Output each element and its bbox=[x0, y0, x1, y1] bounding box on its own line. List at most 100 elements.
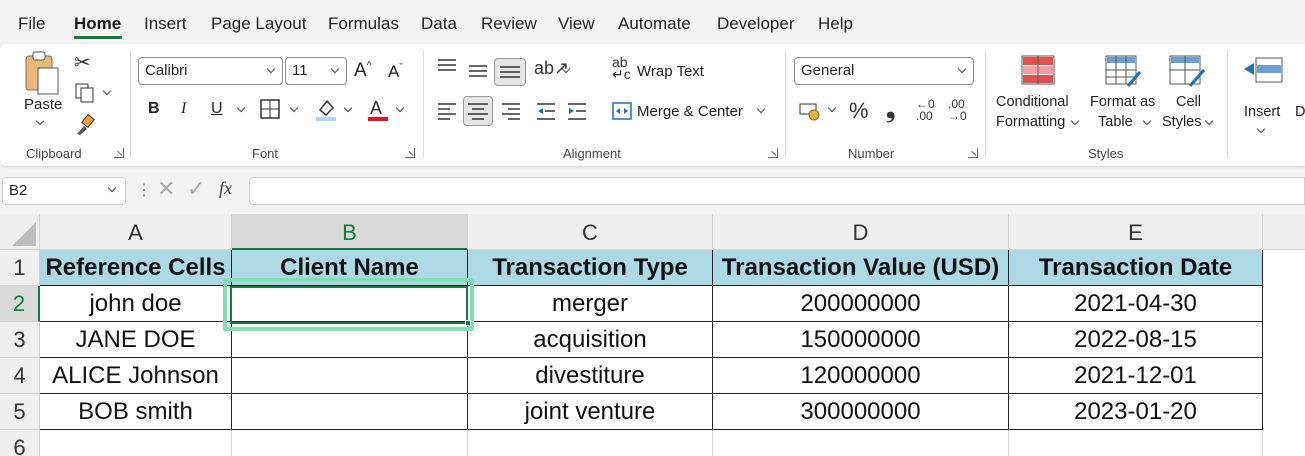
cell-d6[interactable] bbox=[713, 430, 1009, 456]
cell-e2[interactable]: 2021-04-30 bbox=[1009, 286, 1263, 322]
delete-cells-label[interactable]: D bbox=[1295, 104, 1305, 120]
row-header-1[interactable]: 1 bbox=[0, 250, 40, 286]
increase-indent-icon[interactable] bbox=[566, 102, 588, 122]
bold-button[interactable]: B bbox=[148, 100, 160, 118]
row-header-2[interactable]: 2 bbox=[0, 286, 40, 322]
cell-a6[interactable] bbox=[40, 430, 232, 456]
column-header-a[interactable]: A bbox=[40, 214, 232, 250]
confirm-entry-icon[interactable]: ✓ bbox=[187, 176, 205, 202]
increase-font-icon[interactable]: A^ bbox=[354, 60, 371, 82]
name-box[interactable]: B2 bbox=[2, 177, 126, 205]
cell-e6[interactable] bbox=[1009, 430, 1263, 456]
accounting-format-icon[interactable] bbox=[798, 100, 822, 122]
percent-style-button[interactable]: % bbox=[849, 98, 869, 124]
font-size-select[interactable]: 11 bbox=[285, 57, 347, 85]
cut-icon[interactable]: ✂ bbox=[74, 50, 91, 75]
column-header-b[interactable]: B bbox=[232, 214, 468, 250]
accounting-chevron-icon[interactable] bbox=[827, 103, 837, 113]
cell-e4[interactable]: 2021-12-01 bbox=[1009, 358, 1263, 394]
row-header-4[interactable]: 4 bbox=[0, 358, 40, 394]
menu-view[interactable]: View bbox=[558, 14, 595, 34]
format-as-table-button[interactable]: Format as Table bbox=[1088, 52, 1160, 142]
fill-color-chevron-icon[interactable] bbox=[343, 103, 353, 113]
column-header-d[interactable]: D bbox=[713, 214, 1009, 250]
cell-d4[interactable]: 120000000 bbox=[713, 358, 1009, 394]
menu-formulas[interactable]: Formulas bbox=[328, 14, 399, 34]
increase-decimal-icon[interactable]: ←0.00 bbox=[916, 98, 935, 122]
decrease-font-icon[interactable]: Aˇ bbox=[388, 62, 403, 82]
cell-d5[interactable]: 300000000 bbox=[713, 394, 1009, 430]
align-center-button[interactable] bbox=[463, 96, 493, 126]
cell-b6[interactable] bbox=[232, 430, 468, 456]
cell-a1[interactable]: Reference Cells bbox=[40, 250, 232, 286]
decrease-decimal-icon[interactable]: .00 →0 bbox=[948, 98, 967, 122]
cell-a3[interactable]: JANE DOE bbox=[40, 322, 232, 358]
cell-a2[interactable]: john doe bbox=[40, 286, 232, 322]
underline-button[interactable]: U bbox=[211, 100, 223, 118]
row-header-6[interactable]: 6 bbox=[0, 430, 40, 456]
merge-center-button[interactable]: Merge & Center bbox=[612, 100, 772, 124]
row-header-5[interactable]: 5 bbox=[0, 394, 40, 430]
align-bottom-button[interactable] bbox=[494, 58, 526, 86]
cell-c2[interactable]: merger bbox=[468, 286, 713, 322]
insert-function-icon[interactable]: fx bbox=[219, 178, 232, 199]
align-right-icon[interactable] bbox=[500, 102, 522, 122]
cancel-entry-icon[interactable]: ✕ bbox=[157, 176, 175, 202]
align-left-icon[interactable] bbox=[436, 102, 458, 120]
insert-cells-button[interactable]: Insert bbox=[1240, 52, 1286, 142]
copy-icon[interactable] bbox=[74, 82, 96, 104]
cell-c5[interactable]: joint venture bbox=[468, 394, 713, 430]
italic-button[interactable]: I bbox=[181, 100, 186, 118]
align-middle-icon[interactable] bbox=[467, 62, 489, 80]
cell-styles-button[interactable]: Cell Styles bbox=[1160, 52, 1220, 142]
cell-d2[interactable]: 200000000 bbox=[713, 286, 1009, 322]
cell-c6[interactable] bbox=[468, 430, 713, 456]
font-color-chevron-icon[interactable] bbox=[395, 103, 405, 113]
cell-e1[interactable]: Transaction Date bbox=[1009, 250, 1263, 286]
align-top-icon[interactable] bbox=[436, 58, 458, 76]
borders-icon[interactable] bbox=[259, 98, 281, 120]
font-launcher-icon[interactable] bbox=[405, 148, 415, 158]
cell-a5[interactable]: BOB smith bbox=[40, 394, 232, 430]
cell-c3[interactable]: acquisition bbox=[468, 322, 713, 358]
menu-page-layout[interactable]: Page Layout bbox=[211, 14, 306, 34]
fill-color-icon[interactable] bbox=[314, 96, 338, 122]
menu-help[interactable]: Help bbox=[818, 14, 853, 34]
underline-chevron-icon[interactable] bbox=[236, 103, 246, 113]
cell-b4[interactable] bbox=[232, 358, 468, 394]
copy-chevron-icon[interactable] bbox=[102, 86, 112, 96]
cell-e5[interactable]: 2023-01-20 bbox=[1009, 394, 1263, 430]
formula-input[interactable] bbox=[249, 177, 1305, 205]
number-launcher-icon[interactable] bbox=[968, 148, 978, 158]
decrease-indent-icon[interactable] bbox=[535, 102, 557, 122]
column-header-c[interactable]: C bbox=[468, 214, 713, 250]
conditional-formatting-button[interactable]: Conditional Formatting bbox=[994, 52, 1082, 142]
fill-handle[interactable] bbox=[465, 320, 471, 326]
cell-a4[interactable]: ALICE Johnson bbox=[40, 358, 232, 394]
menu-home[interactable]: Home bbox=[74, 14, 121, 34]
alignment-launcher-icon[interactable] bbox=[768, 148, 778, 158]
wrap-text-button[interactable]: ab ↵c Wrap Text bbox=[612, 55, 722, 84]
cell-d1[interactable]: Transaction Value (USD) bbox=[713, 250, 1009, 286]
column-header-e[interactable]: E bbox=[1009, 214, 1263, 250]
borders-chevron-icon[interactable] bbox=[289, 103, 299, 113]
paste-chevron-icon[interactable] bbox=[35, 116, 45, 126]
paste-button[interactable] bbox=[22, 50, 62, 98]
font-name-select[interactable]: Calibri bbox=[138, 57, 283, 85]
comma-style-button[interactable]: ❟ bbox=[886, 96, 895, 124]
more-options-icon[interactable]: ⋮ bbox=[136, 180, 152, 200]
format-painter-icon[interactable] bbox=[74, 114, 96, 136]
cell-b5[interactable] bbox=[232, 394, 468, 430]
cell-c1[interactable]: Transaction Type bbox=[468, 250, 713, 286]
clipboard-launcher-icon[interactable] bbox=[114, 148, 124, 158]
menu-insert[interactable]: Insert bbox=[144, 14, 187, 34]
menu-automate[interactable]: Automate bbox=[618, 14, 691, 34]
cell-c4[interactable]: divestiture bbox=[468, 358, 713, 394]
font-color-icon[interactable]: A bbox=[366, 96, 390, 122]
cell-d3[interactable]: 150000000 bbox=[713, 322, 1009, 358]
column-header-f[interactable] bbox=[1263, 214, 1305, 250]
number-format-select[interactable]: General bbox=[794, 57, 974, 85]
menu-file[interactable]: File bbox=[18, 14, 45, 34]
menu-developer[interactable]: Developer bbox=[717, 14, 795, 34]
row-header-3[interactable]: 3 bbox=[0, 322, 40, 358]
